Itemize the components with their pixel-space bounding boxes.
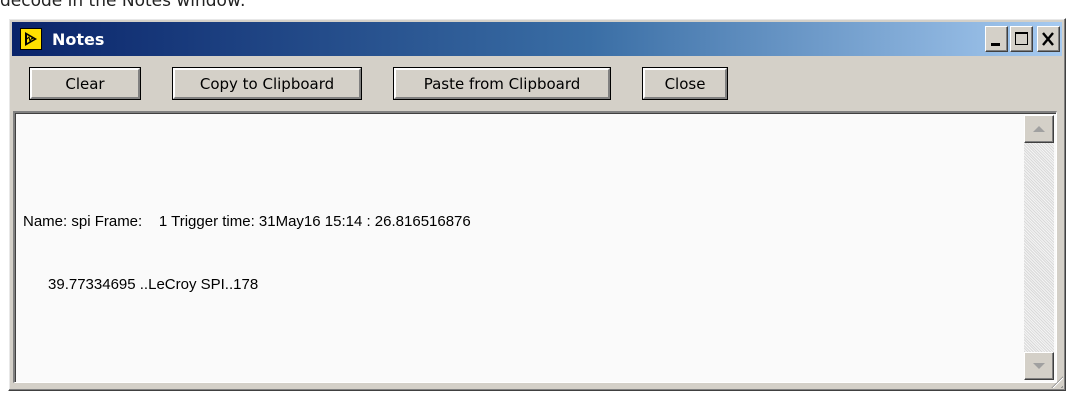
maximize-button[interactable] xyxy=(1010,26,1033,52)
close-icon xyxy=(1042,32,1054,46)
paste-button-label: Paste from Clipboard xyxy=(423,74,581,93)
page-caption: decode in the Notes window: xyxy=(0,0,246,11)
copy-to-clipboard-button[interactable]: Copy to Clipboard xyxy=(172,67,362,100)
paste-from-clipboard-button[interactable]: Paste from Clipboard xyxy=(393,67,611,100)
labview-app-icon xyxy=(20,28,42,50)
notes-line: 39.77334695 ..LeCroy SPI..178 xyxy=(23,276,259,293)
window-title: Notes xyxy=(52,29,105,49)
close-window-button[interactable] xyxy=(1037,26,1060,52)
minimize-button[interactable] xyxy=(985,26,1008,52)
maximize-icon xyxy=(1015,32,1028,45)
notes-window: Notes Clear Copy to Clipboard Paste from… xyxy=(8,18,1066,391)
arrow-up-icon xyxy=(1033,126,1045,132)
notes-textarea[interactable]: Name: spi Frame: 1 Trigger time: 31May16… xyxy=(13,111,1057,383)
clear-button-label: Clear xyxy=(65,74,105,93)
notes-line: Name: spi Frame: 1 Trigger time: 31May16… xyxy=(23,213,471,230)
scroll-down-button[interactable] xyxy=(1024,352,1054,380)
close-button-label: Close xyxy=(664,74,706,93)
copy-button-label: Copy to Clipboard xyxy=(199,74,335,93)
arrow-down-icon xyxy=(1033,363,1045,369)
clear-button[interactable]: Clear xyxy=(29,67,141,100)
scroll-up-button[interactable] xyxy=(1024,115,1054,143)
window-controls xyxy=(985,26,1060,52)
minimize-icon xyxy=(991,43,1000,46)
notes-content: Name: spi Frame: 1 Trigger time: 31May16… xyxy=(23,169,471,337)
vertical-scrollbar[interactable] xyxy=(1024,115,1054,380)
close-button[interactable]: Close xyxy=(642,67,728,100)
title-bar[interactable]: Notes xyxy=(12,22,1062,56)
